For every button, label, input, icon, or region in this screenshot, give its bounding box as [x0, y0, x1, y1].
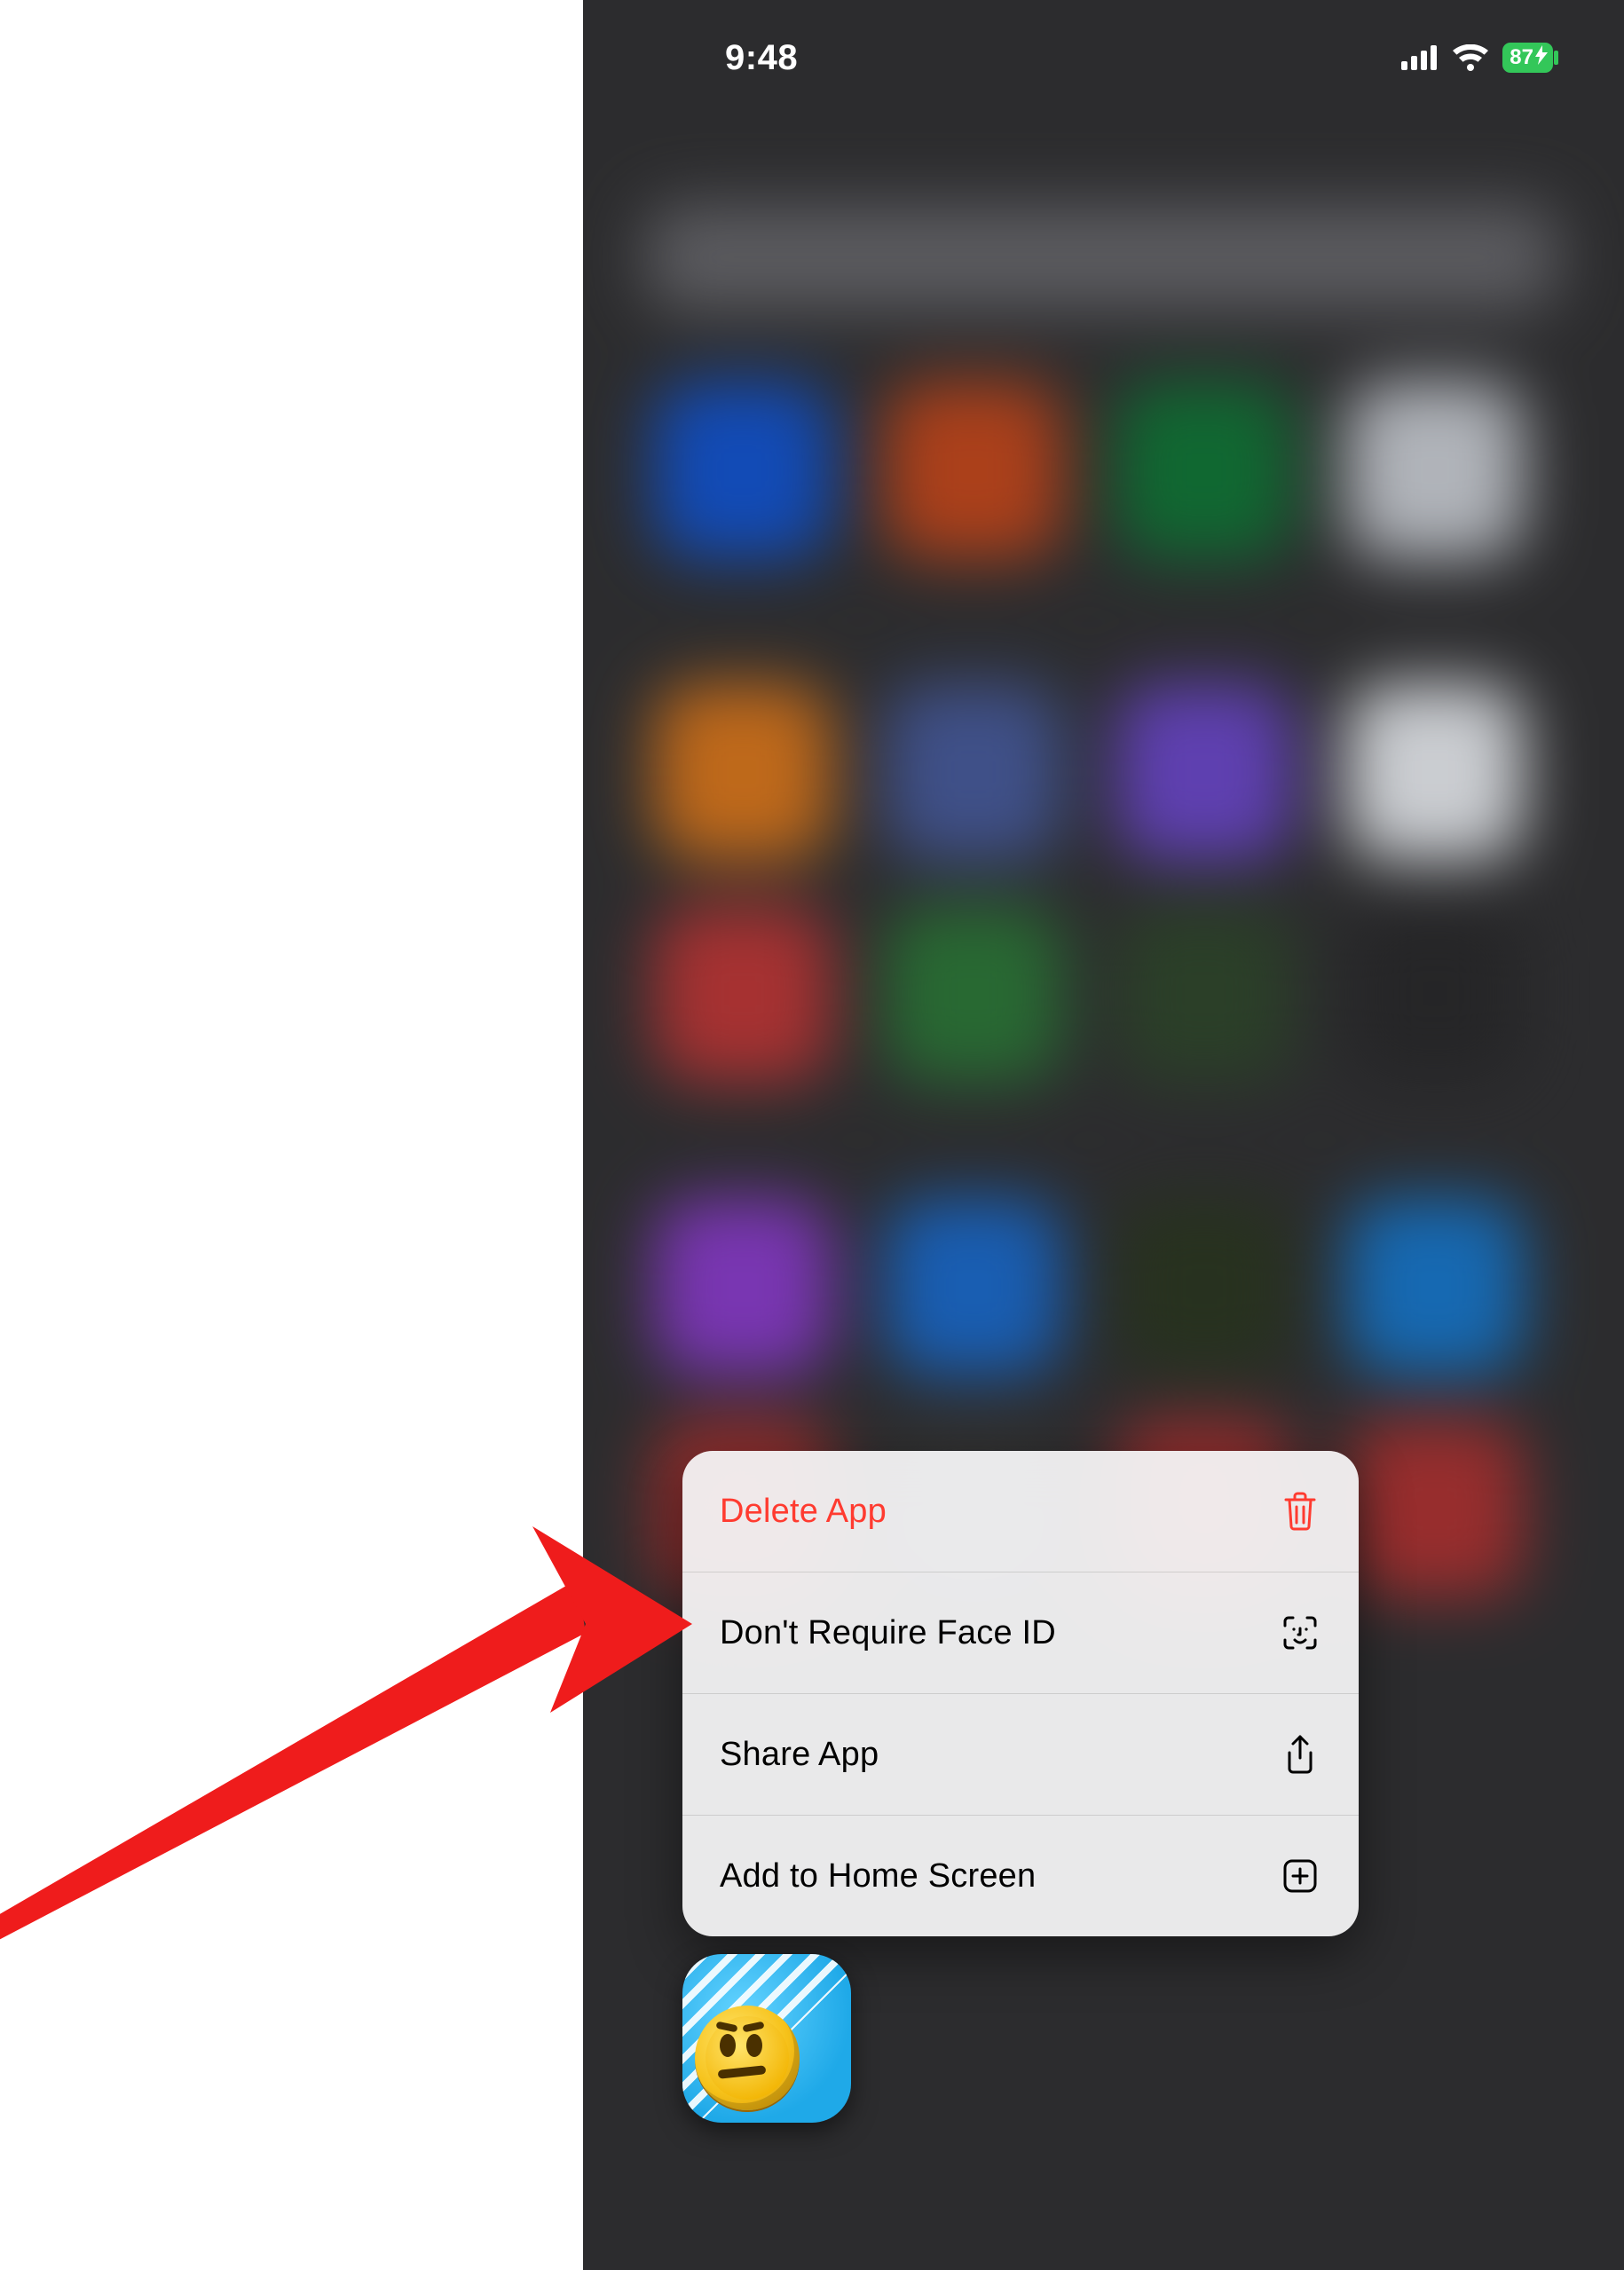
trash-icon [1279, 1492, 1321, 1531]
menu-share-app[interactable]: Share App [682, 1693, 1359, 1815]
charging-bolt-icon [1535, 45, 1548, 71]
battery-indicator: 87 [1502, 43, 1553, 73]
faceid-icon [1279, 1614, 1321, 1651]
cellular-signal-icon [1401, 45, 1439, 70]
status-bar: 9:48 [583, 0, 1624, 115]
status-time: 9:48 [725, 38, 798, 78]
menu-delete-app[interactable]: Delete App [682, 1451, 1359, 1572]
wifi-icon [1453, 44, 1488, 71]
phone-screenshot: 9:48 [583, 0, 1624, 2270]
menu-item-label: Add to Home Screen [720, 1857, 1279, 1896]
menu-add-to-home[interactable]: Add to Home Screen [682, 1815, 1359, 1936]
app-icon[interactable] [682, 1954, 851, 2123]
plus-square-icon [1279, 1857, 1321, 1895]
menu-item-label: Delete App [720, 1493, 1279, 1531]
menu-dont-require-faceid[interactable]: Don't Require Face ID [682, 1572, 1359, 1693]
app-context-menu: Delete App Don't Require Face ID [682, 1451, 1359, 1936]
battery-percent: 87 [1510, 45, 1533, 70]
menu-item-label: Don't Require Face ID [720, 1614, 1279, 1652]
share-icon [1279, 1733, 1321, 1776]
menu-item-label: Share App [720, 1736, 1279, 1774]
